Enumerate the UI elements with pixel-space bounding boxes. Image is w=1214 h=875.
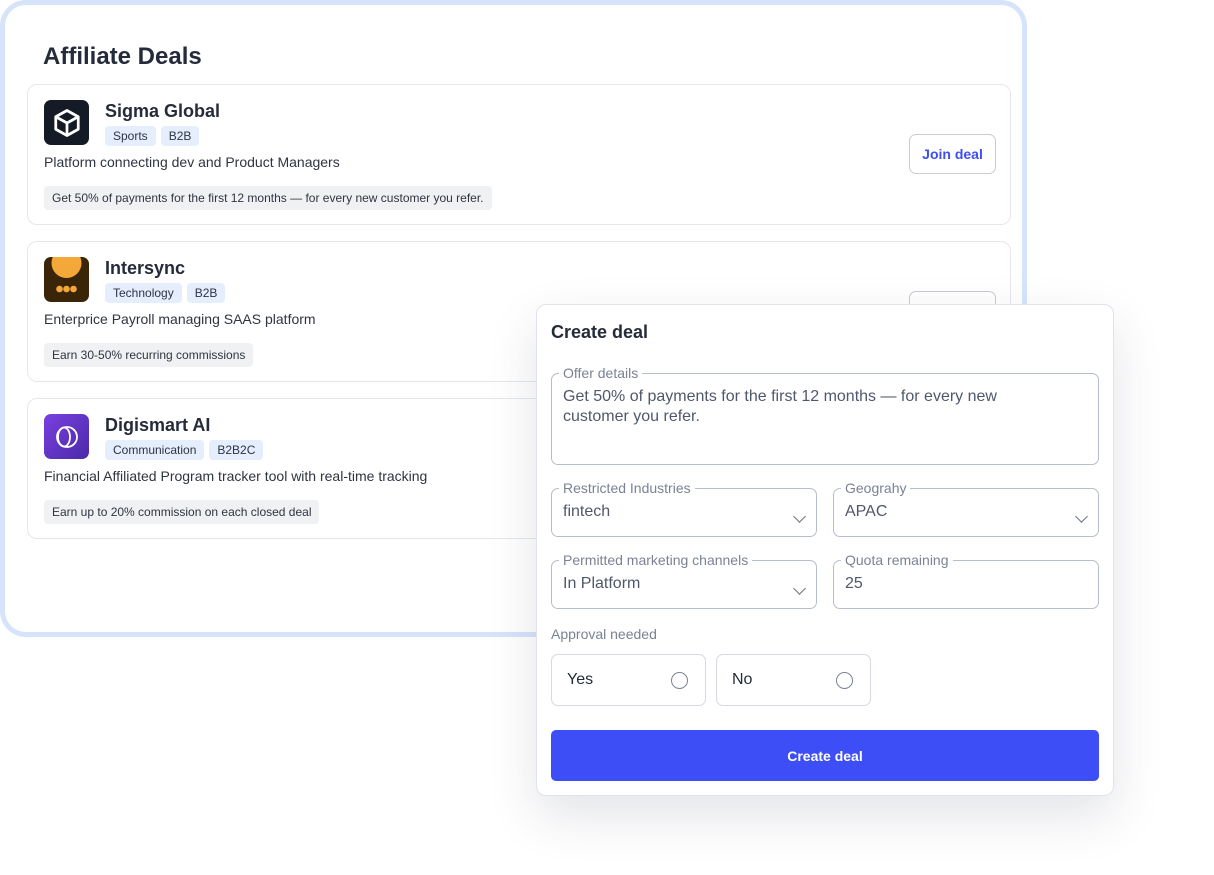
modal-title: Create deal bbox=[551, 322, 649, 342]
tag: B2B2C bbox=[209, 440, 264, 460]
offer-details-textarea[interactable]: Offer details Get 50% of payments for th… bbox=[551, 365, 1099, 465]
offer-details-label: Offer details bbox=[563, 365, 639, 381]
tag: Sports bbox=[105, 126, 156, 146]
restricted-industries-label: Restricted Industries bbox=[563, 480, 691, 496]
deal-offer: Earn up to 20% commission on each closed… bbox=[44, 500, 320, 524]
deal-offer: Earn 30-50% recurring commissions bbox=[44, 343, 254, 367]
geography-value: APAC bbox=[845, 503, 888, 520]
geography-select[interactable]: Geograhy APAC bbox=[833, 480, 1099, 537]
quota-remaining-label: Quota remaining bbox=[845, 552, 949, 568]
tag: Technology bbox=[105, 283, 182, 303]
no-label: No bbox=[732, 671, 753, 688]
radio-circle-icon bbox=[836, 672, 853, 689]
create-deal-button[interactable]: Create deal bbox=[551, 730, 1099, 781]
quota-remaining-value: 25 bbox=[845, 575, 863, 592]
approval-no-radio[interactable]: No bbox=[716, 654, 871, 706]
approval-yes-radio[interactable]: Yes bbox=[551, 654, 706, 706]
join-deal-button[interactable]: Join deal bbox=[909, 134, 996, 174]
page-title: Affiliate Deals bbox=[43, 43, 202, 70]
offer-details-value: Get 50% of payments for the first 12 mon… bbox=[563, 388, 997, 425]
marketing-channels-select[interactable]: Permitted marketing channels In Platform bbox=[551, 552, 817, 609]
deal-name: Digismart AI bbox=[105, 415, 211, 435]
marketing-channels-value: In Platform bbox=[563, 575, 641, 592]
radio-circle-icon bbox=[671, 672, 688, 689]
deal-card-sigma-global: Sigma Global Sports B2B Platform connect… bbox=[27, 84, 1011, 225]
tag: Communication bbox=[105, 440, 205, 460]
deal-name: Sigma Global bbox=[105, 101, 221, 121]
tag: B2B bbox=[186, 283, 226, 303]
deal-name: Intersync bbox=[105, 258, 186, 278]
deal-description: Platform connecting dev and Product Mana… bbox=[44, 154, 340, 170]
overlapping-circles-icon bbox=[44, 414, 89, 459]
quota-remaining-input[interactable]: Quota remaining 25 bbox=[833, 552, 1099, 609]
deal-description: Enterprice Payroll managing SAAS platfor… bbox=[44, 311, 316, 327]
restricted-industries-value: fintech bbox=[563, 503, 611, 520]
marketing-channels-label: Permitted marketing channels bbox=[563, 552, 749, 568]
restricted-industries-select[interactable]: Restricted Industries fintech bbox=[551, 480, 817, 537]
sun-dots-icon bbox=[44, 257, 89, 302]
cube-icon bbox=[44, 100, 89, 145]
geography-label: Geograhy bbox=[845, 480, 907, 496]
deal-description: Financial Affiliated Program tracker too… bbox=[44, 468, 428, 484]
create-deal-modal: Create deal Offer details Get 50% of pay… bbox=[536, 304, 1114, 796]
tag: B2B bbox=[160, 126, 200, 146]
yes-label: Yes bbox=[567, 671, 594, 688]
approval-needed-label: Approval needed bbox=[551, 626, 657, 642]
deal-offer: Get 50% of payments for the first 12 mon… bbox=[44, 186, 492, 210]
